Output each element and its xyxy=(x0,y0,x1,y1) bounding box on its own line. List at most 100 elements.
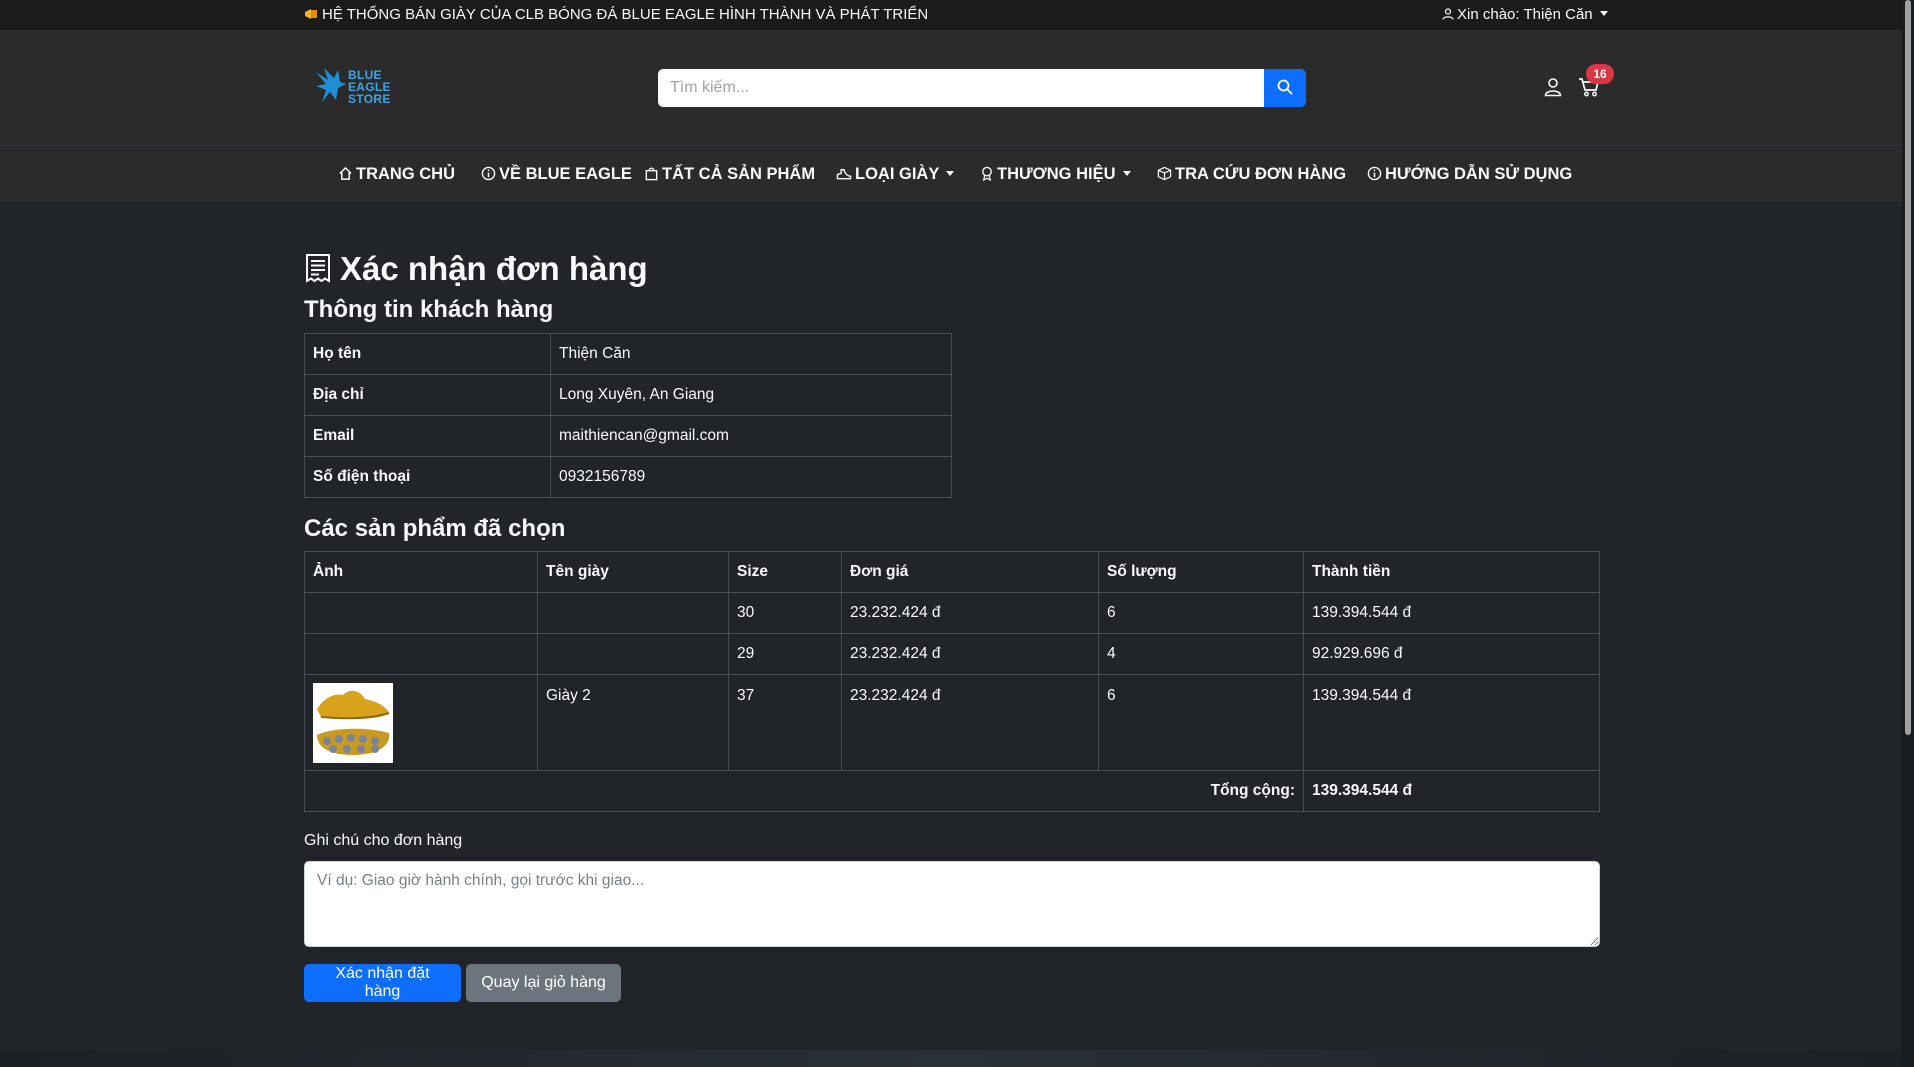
total-value: 139.394.544 đ xyxy=(1303,770,1600,812)
product-price: 23.232.424 đ xyxy=(841,674,1099,771)
receipt-icon xyxy=(306,254,330,283)
products-section-title: Các sản phẩm đã chọn xyxy=(304,515,566,542)
user-greeting-dropdown[interactable]: Xin chào: Thiện Căn xyxy=(1442,6,1608,23)
column-header: Đơn giá xyxy=(841,551,1099,593)
product-price: 23.232.424 đ xyxy=(841,592,1099,634)
table-row: Địa chỉ Long Xuyên, An Giang xyxy=(304,374,952,416)
customer-key: Họ tên xyxy=(304,333,551,375)
total-row: Tổng cộng: 139.394.544 đ xyxy=(304,770,1600,812)
nav-item-shoe-types[interactable]: LOẠI GIÀY xyxy=(836,165,955,184)
announcement-text: HỆ THỐNG BÁN GIÀY CỦA CLB BÓNG ĐÁ BLUE E… xyxy=(322,6,929,23)
product-image-cell xyxy=(304,674,538,771)
column-header: Size xyxy=(728,551,842,593)
main-nav: TRANG CHỦ VỀ BLUE EAGLE TẤT CẢ SẢN PHẨM … xyxy=(0,147,1902,202)
order-note-label: Ghi chú cho đơn hàng xyxy=(304,832,463,849)
product-size: 37 xyxy=(728,674,842,771)
nav-label: VỀ BLUE EAGLE xyxy=(499,165,632,183)
nav-item-brands[interactable]: THƯƠNG HIỆU xyxy=(980,165,1131,184)
customer-info-table: Họ tên Thiện Căn Địa chỉ Long Xuyên, An … xyxy=(304,333,952,498)
nav-label: HƯỚNG DẪN SỬ DỤNG xyxy=(1385,165,1573,183)
customer-key: Email xyxy=(304,415,551,457)
search-button[interactable] xyxy=(1264,69,1306,107)
table-row: Họ tên Thiện Căn xyxy=(304,333,952,375)
product-size: 30 xyxy=(728,592,842,634)
info-circle-icon xyxy=(481,166,496,181)
nav-label: TẤT CẢ SẢN PHẨM xyxy=(662,165,816,183)
table-row: Email maithiencan@gmail.com xyxy=(304,415,952,457)
info-circle-icon xyxy=(1367,166,1382,181)
logo-text: BLUE EAGLE STORE xyxy=(348,69,391,105)
shoe-icon xyxy=(836,169,852,180)
page-title: Xác nhận đơn hàng xyxy=(304,250,648,288)
site-header: BLUE EAGLE STORE 16 xyxy=(0,30,1902,146)
award-icon xyxy=(982,166,992,182)
nav-item-guide[interactable]: HƯỚNG DẪN SỬ DỤNG xyxy=(1367,165,1572,184)
customer-section-title: Thông tin khách hàng xyxy=(304,296,554,323)
eagle-logo-icon xyxy=(316,68,346,102)
product-name xyxy=(537,633,729,675)
table-row: 30 23.232.424 đ 6 139.394.544 đ xyxy=(304,592,1600,634)
customer-value: Long Xuyên, An Giang xyxy=(550,374,952,416)
product-total: 92.929.696 đ xyxy=(1303,633,1600,675)
product-total: 139.394.544 đ xyxy=(1303,674,1600,771)
nav-item-home[interactable]: TRANG CHỦ xyxy=(338,165,455,184)
bag-icon xyxy=(645,167,658,181)
confirm-order-button[interactable]: Xác nhận đặt hàng xyxy=(304,964,461,1002)
footer-edge xyxy=(0,1050,1902,1067)
nav-label: TRANG CHỦ xyxy=(356,165,455,183)
product-name xyxy=(537,592,729,634)
person-icon xyxy=(1544,78,1562,97)
column-header: Ảnh xyxy=(304,551,538,593)
nav-item-order-lookup[interactable]: TRA CỨU ĐƠN HÀNG xyxy=(1157,165,1346,184)
store-logo[interactable]: BLUE EAGLE STORE xyxy=(314,66,394,108)
logo-line-3: STORE xyxy=(348,92,391,106)
page-title-text: Xác nhận đơn hàng xyxy=(340,250,648,287)
announcement-bar: HỆ THỐNG BÁN GIÀY CỦA CLB BÓNG ĐÁ BLUE E… xyxy=(0,0,1902,30)
chevron-down-icon xyxy=(1122,171,1131,176)
nav-item-about[interactable]: VỀ BLUE EAGLE xyxy=(481,165,632,184)
search-input[interactable] xyxy=(658,69,1264,107)
megaphone-icon xyxy=(305,9,317,19)
table-header-row: Ảnh Tên giày Size Đơn giá Số lượng Thành… xyxy=(304,551,1600,593)
table-row: 29 23.232.424 đ 4 92.929.696 đ xyxy=(304,633,1600,675)
greeting-text: Xin chào: Thiện Căn xyxy=(1457,6,1593,23)
search-icon xyxy=(1277,79,1293,94)
order-note-input[interactable] xyxy=(304,861,1600,947)
customer-value: maithiencan@gmail.com xyxy=(550,415,952,457)
product-size: 29 xyxy=(728,633,842,675)
table-row: Giày 2 37 23.232.424 đ 6 139.394.544 đ xyxy=(304,674,1600,771)
product-image-cell xyxy=(304,592,538,634)
nav-label: LOẠI GIÀY xyxy=(855,165,940,183)
cart-count-badge: 16 xyxy=(1586,64,1614,84)
account-button[interactable] xyxy=(1544,77,1564,99)
scrollbar-thumb[interactable] xyxy=(1905,0,1911,735)
product-qty: 6 xyxy=(1098,674,1304,771)
nav-item-all-products[interactable]: TẤT CẢ SẢN PHẨM xyxy=(644,165,815,184)
column-header: Số lượng xyxy=(1098,551,1304,593)
house-icon xyxy=(339,166,352,180)
box-icon xyxy=(1157,166,1172,181)
customer-value: 0932156789 xyxy=(550,456,952,498)
customer-key: Địa chỉ xyxy=(304,374,551,416)
customer-key: Số điện thoại xyxy=(304,456,551,498)
product-qty: 6 xyxy=(1098,592,1304,634)
person-icon xyxy=(1442,8,1454,20)
chevron-down-icon xyxy=(946,171,955,176)
customer-value: Thiện Căn xyxy=(550,333,952,375)
chevron-down-icon xyxy=(1599,11,1608,16)
total-label: Tổng cộng: xyxy=(304,770,1304,812)
products-table: Ảnh Tên giày Size Đơn giá Số lượng Thành… xyxy=(304,551,1600,812)
nav-label: THƯƠNG HIỆU xyxy=(997,165,1116,183)
product-name: Giày 2 xyxy=(537,674,729,771)
product-thumbnail xyxy=(313,683,393,763)
product-total: 139.394.544 đ xyxy=(1303,592,1600,634)
back-to-cart-button[interactable]: Quay lại giỏ hàng xyxy=(466,964,621,1002)
column-header: Tên giày xyxy=(537,551,729,593)
product-price: 23.232.424 đ xyxy=(841,633,1099,675)
page-scrollbar[interactable] xyxy=(1902,0,1914,1067)
nav-label: TRA CỨU ĐƠN HÀNG xyxy=(1175,165,1347,183)
search-bar xyxy=(658,69,1306,107)
table-row: Số điện thoại 0932156789 xyxy=(304,456,952,498)
announcement: HỆ THỐNG BÁN GIÀY CỦA CLB BÓNG ĐÁ BLUE E… xyxy=(304,6,928,23)
column-header: Thành tiền xyxy=(1303,551,1600,593)
